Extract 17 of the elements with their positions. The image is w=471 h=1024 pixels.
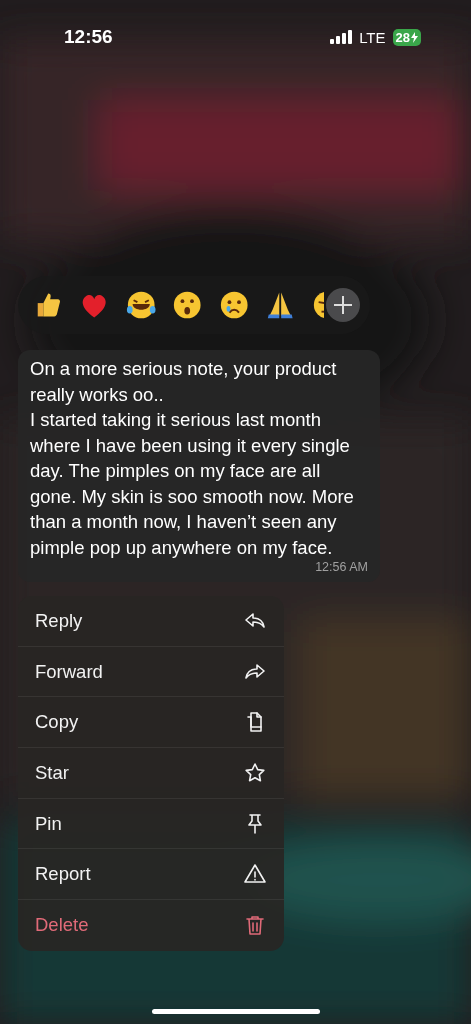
signal-icon — [330, 30, 353, 44]
menu-item[interactable]: Forward — [18, 646, 284, 698]
message-text: On a more serious note, your product really works oo.. I started taking it serious last month where I have been using it every single day. The pimples on my face are all gone. My skin is soo smooth now. More than a month now, I haven’t seen any pimple pop up anywhere on my face. — [30, 357, 355, 560]
menu-item[interactable]: Pin — [18, 798, 284, 850]
plus-icon — [333, 295, 353, 315]
menu-item[interactable]: Reply — [18, 596, 284, 647]
star-icon — [243, 760, 267, 785]
menu-item[interactable]: Star — [18, 748, 284, 799]
add-reaction-button[interactable] — [326, 288, 360, 322]
charging-icon — [411, 31, 418, 43]
trash-icon — [243, 913, 267, 938]
message-time: 12:56 AM — [315, 560, 368, 574]
clock: 12:56 — [64, 26, 113, 48]
network-label: LTE — [359, 28, 386, 46]
menu-item[interactable]: Report — [18, 849, 284, 901]
menu-item[interactable]: Delete — [18, 900, 284, 951]
menu-item[interactable]: Copy — [18, 697, 284, 749]
